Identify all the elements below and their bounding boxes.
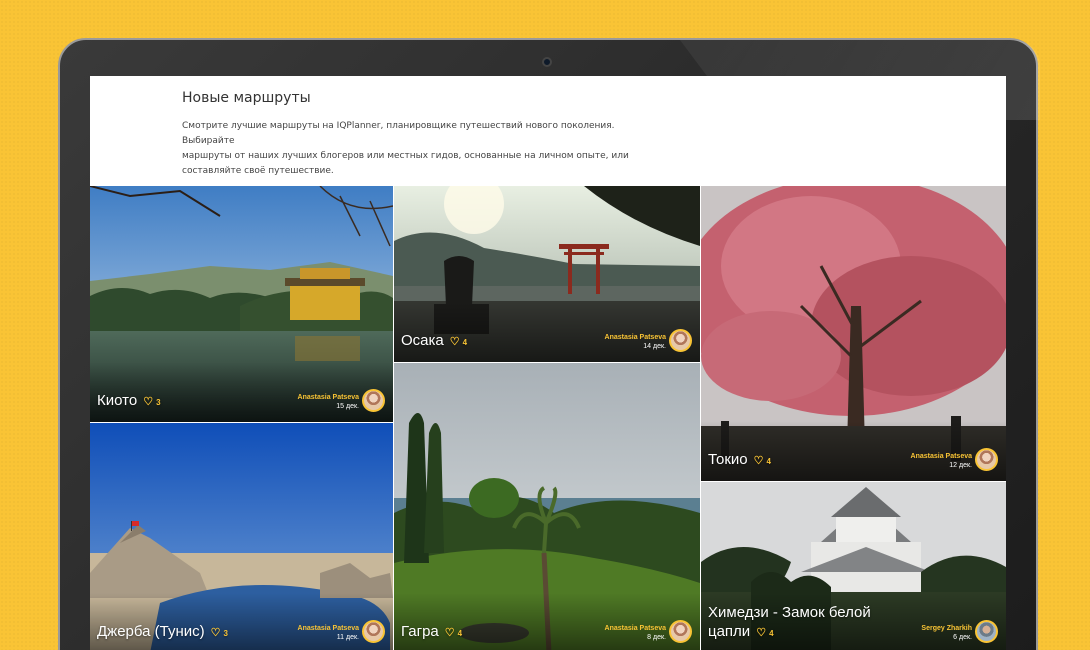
screen: Новые маршруты Смотрите лучшие маршруты … — [90, 76, 1006, 650]
route-card-gagra[interactable]: Гагра ♡ 4 Anastasia Patseva 8 дек. — [394, 363, 700, 650]
like-count: 4 — [462, 338, 468, 347]
route-title: Химедзи - Замок белой цапли ♡ 4 — [708, 603, 898, 643]
route-card-osaka[interactable]: Осака ♡ 4 Anastasia Patseva 14 дек. — [394, 186, 700, 362]
route-title: Джерба (Тунис) ♡ 3 — [97, 622, 228, 643]
route-date: 8 дек. — [647, 634, 666, 641]
heart-icon: ♡ — [444, 627, 455, 639]
heart-icon: ♡ — [210, 627, 221, 639]
like-count: 4 — [769, 629, 774, 638]
author-avatar[interactable] — [362, 389, 385, 412]
route-title: Токио ♡ 4 — [708, 450, 771, 471]
author-avatar[interactable] — [975, 448, 998, 471]
author-name[interactable]: Anastasia Patseva — [298, 625, 359, 632]
route-title-text: Джерба (Тунис) — [97, 623, 205, 640]
author-name[interactable]: Sergey Zharkih — [921, 625, 972, 632]
heart-icon: ♡ — [753, 455, 764, 467]
like-button[interactable]: ♡ 4 — [753, 455, 771, 467]
author-name[interactable]: Anastasia Patseva — [298, 394, 359, 401]
author-name[interactable]: Anastasia Patseva — [605, 334, 666, 341]
intro-section: Новые маршруты Смотрите лучшие маршруты … — [182, 90, 642, 179]
route-title-text: Киото — [97, 392, 138, 409]
author-name[interactable]: Anastasia Patseva — [605, 625, 666, 632]
like-count: 3 — [156, 398, 161, 407]
route-card-tokyo[interactable]: Токио ♡ 4 Anastasia Patseva 12 дек. — [701, 186, 1006, 481]
description-line: составляйте своё путешествие. — [182, 166, 334, 176]
section-description: Смотрите лучшие маршруты на IQPlanner, п… — [182, 119, 642, 179]
author-avatar[interactable] — [669, 620, 692, 643]
author-avatar[interactable] — [669, 329, 692, 352]
like-button[interactable]: ♡ 3 — [143, 396, 161, 408]
heart-icon: ♡ — [756, 627, 767, 639]
route-date: 12 дек. — [949, 462, 972, 469]
route-date: 11 дек. — [336, 634, 359, 641]
section-title: Новые маршруты — [182, 90, 311, 106]
author-name[interactable]: Anastasia Patseva — [911, 453, 972, 460]
webcam-icon — [542, 57, 552, 67]
heart-icon: ♡ — [143, 396, 154, 408]
route-title: Киото ♡ 3 — [97, 391, 161, 412]
like-button[interactable]: ♡ 3 — [210, 627, 228, 639]
route-title: Гагра ♡ 4 — [401, 622, 462, 643]
route-date: 14 дек. — [643, 343, 666, 350]
route-date: 15 дек. — [336, 403, 359, 410]
like-count: 4 — [766, 457, 771, 466]
author-avatar[interactable] — [975, 620, 998, 643]
description-line: Смотрите лучшие маршруты на IQPlanner, п… — [182, 121, 615, 146]
like-button[interactable]: ♡ 4 — [449, 336, 468, 348]
route-title-text: Гагра — [401, 623, 439, 640]
routes-grid: Киото ♡ 3 Anastasia Patseva 15 дек. Осак… — [90, 186, 1006, 650]
route-title: Осака ♡ 4 — [401, 331, 467, 352]
route-card-himeji[interactable]: Химедзи - Замок белой цапли ♡ 4 Sergey Zha… — [701, 482, 1006, 650]
like-count: 3 — [223, 629, 228, 638]
route-title-text: Химедзи - Замок белой цапли — [708, 604, 871, 640]
heart-icon: ♡ — [449, 336, 460, 348]
author-avatar[interactable] — [362, 620, 385, 643]
route-title-text: Токио — [708, 451, 748, 468]
description-line: маршруты от наших лучших блогеров или ме… — [182, 151, 629, 161]
like-button[interactable]: ♡ 4 — [756, 627, 774, 639]
route-title-text: Осака — [401, 332, 444, 349]
route-date: 6 дек. — [953, 634, 972, 641]
route-card-kyoto[interactable]: Киото ♡ 3 Anastasia Patseva 15 дек. — [90, 186, 393, 422]
like-button[interactable]: ♡ 4 — [444, 627, 463, 639]
like-count: 4 — [457, 629, 463, 638]
route-card-djerba[interactable]: Джерба (Тунис) ♡ 3 Anastasia Patseva 11 де… — [90, 423, 393, 650]
